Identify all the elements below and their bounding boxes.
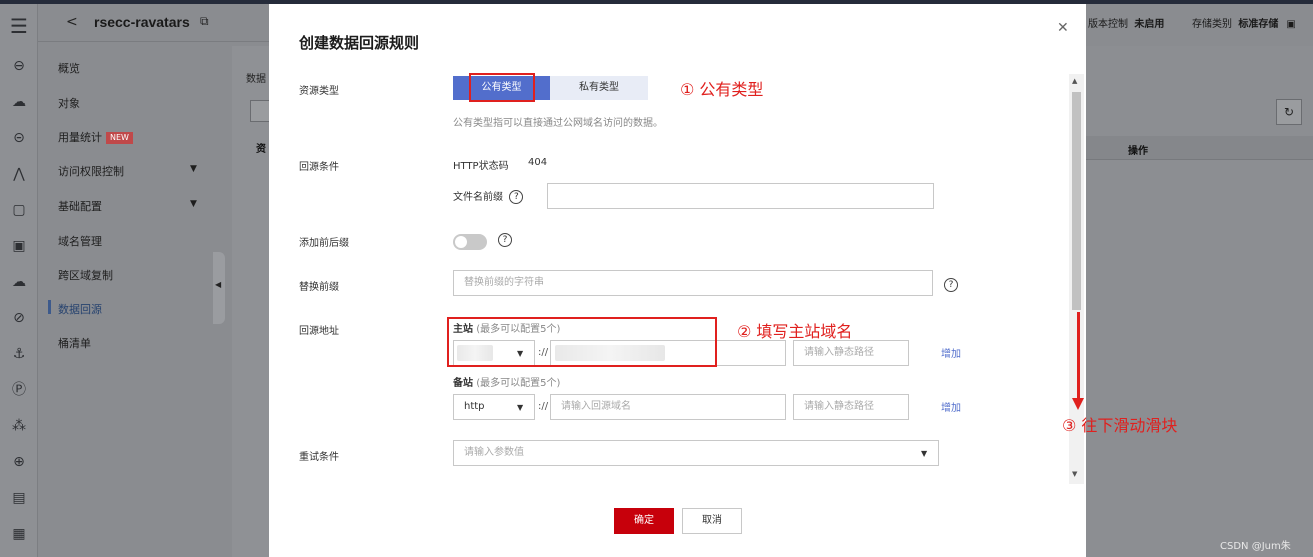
globe-icon[interactable]: ⊕ <box>9 452 29 472</box>
background-text: 数据 <box>246 74 266 85</box>
table-header-right: 操作 <box>1086 136 1313 160</box>
backup-site-label: 备站 (最多可以配置5个) <box>453 378 561 389</box>
sidebar-item-usage[interactable]: 用量统计 NEW <box>58 129 133 145</box>
sidebar-header: < rsecc-ravatars ⧉ <box>38 4 270 42</box>
storage-class: 存储类别 标准存储 ▣ <box>1192 19 1296 30</box>
sidebar-item-replication[interactable]: 跨区域复制 <box>58 267 113 283</box>
cloud-upload-icon[interactable]: ☁ <box>9 272 29 292</box>
dialog-title: 创建数据回源规则 <box>299 34 420 52</box>
create-rule-dialog: 创建数据回源规则 ✕ 资源类型 公有类型 私有类型 公有类型指可以直接通过公网域… <box>269 4 1086 557</box>
scroll-up-icon[interactable]: ▲ <box>1072 77 1077 85</box>
version-control: 版本控制 未启用 <box>1088 19 1165 30</box>
file-icon[interactable]: ▢ <box>9 200 29 220</box>
protocol-separator: :// <box>538 401 549 412</box>
background-button <box>250 100 270 122</box>
close-icon[interactable]: ✕ <box>1057 20 1069 36</box>
scrollbar-thumb[interactable] <box>1072 92 1081 310</box>
prefix-input[interactable] <box>547 183 934 209</box>
database-icon[interactable]: ⊘ <box>9 308 29 328</box>
add-backup-link[interactable]: 增加 <box>941 399 961 414</box>
add-primary-link[interactable]: 增加 <box>941 345 961 360</box>
caret-down-icon: ▼ <box>190 199 197 209</box>
resource-type-label: 资源类型 <box>299 86 339 97</box>
collapse-sidebar-handle[interactable]: ◀ <box>213 252 225 324</box>
sidebar-item-access-control[interactable]: 访问权限控制 ▼ <box>58 163 197 179</box>
chevron-left-icon[interactable]: < <box>66 14 78 30</box>
annotation-box-primary <box>447 317 717 367</box>
annotation-3: ③ 往下滑动滑块 <box>1062 416 1178 435</box>
scroll-down-icon[interactable]: ▼ <box>1072 470 1077 478</box>
report-icon[interactable]: ▦ <box>9 524 29 544</box>
annotation-2: ② 填写主站域名 <box>737 322 853 341</box>
bucket-name: rsecc-ravatars <box>94 14 190 30</box>
cancel-button[interactable]: 取消 <box>682 508 742 534</box>
caret-down-icon: ▼ <box>190 164 197 174</box>
annotation-1: ① 公有类型 <box>680 80 764 99</box>
backup-path-input[interactable]: 请输入静态路径 <box>793 394 909 420</box>
confirm-button[interactable]: 确定 <box>614 508 674 534</box>
background-table-header: 资 <box>256 144 266 155</box>
help-icon[interactable]: ? <box>509 190 524 204</box>
circle-p-icon[interactable]: Ⓟ <box>9 380 29 400</box>
sidebar-item-basic-config[interactable]: 基础配置 ▼ <box>58 198 197 214</box>
primary-path-input[interactable]: 请输入静态路径 <box>793 340 909 366</box>
add-prefix-suffix-label: 添加前后缀 <box>299 238 349 249</box>
sidebar-item-overview[interactable]: 概览 <box>58 60 80 76</box>
help-icon[interactable]: ? <box>944 278 958 292</box>
add-prefix-suffix-switch[interactable] <box>453 234 487 250</box>
menu-icon[interactable]: ☰ <box>9 16 29 36</box>
status-code-value: 404 <box>528 157 548 168</box>
retry-label: 重试条件 <box>299 452 339 463</box>
annotation-box-public <box>469 73 535 102</box>
annotation-arrow-head <box>1072 398 1084 410</box>
disk-icon[interactable]: ⊝ <box>9 128 29 148</box>
anchor-icon[interactable]: ⚓ <box>9 344 29 364</box>
sidebar-item-domain[interactable]: 域名管理 <box>58 233 102 249</box>
private-type-button[interactable]: 私有类型 <box>550 76 648 100</box>
active-indicator <box>48 300 51 314</box>
caret-down-icon: ▼ <box>517 403 524 412</box>
copy-icon[interactable]: ⧉ <box>200 14 209 29</box>
origin-address-label: 回源地址 <box>299 326 339 337</box>
replace-prefix-label: 替换前缀 <box>299 282 339 293</box>
sidebar-item-inventory[interactable]: 桶清单 <box>58 335 91 351</box>
sidebar: < rsecc-ravatars ⧉ 概览 对象 用量统计 NEW 访问权限控制 ▼… <box>38 4 270 557</box>
page-icon[interactable]: ▣ <box>9 236 29 256</box>
prefix-label: 文件名前缀 ? <box>453 188 524 204</box>
column-operation: 操作 <box>1128 146 1148 157</box>
switch-knob <box>455 236 467 248</box>
condition-label: 回源条件 <box>299 162 339 173</box>
retry-select[interactable]: 请输入参数值 <box>453 440 939 466</box>
background-card <box>232 46 269 557</box>
caret-down-icon: ▼ <box>921 449 928 458</box>
sidebar-item-objects[interactable]: 对象 <box>58 95 80 111</box>
storage-icon[interactable]: ⊖ <box>9 56 29 76</box>
panel-icon: ▣ <box>1286 19 1296 30</box>
document-icon[interactable]: ▤ <box>9 488 29 508</box>
help-icon[interactable]: ? <box>498 233 512 247</box>
caret-left-icon: ◀ <box>215 280 222 289</box>
backup-domain-input[interactable]: 请输入回源域名 <box>550 394 786 420</box>
sidebar-item-back-to-source[interactable]: 数据回源 <box>58 301 102 317</box>
new-badge: NEW <box>106 132 133 144</box>
analytics-icon[interactable]: ⋀ <box>9 164 29 184</box>
cluster-icon[interactable]: ⁂ <box>9 416 29 436</box>
watermark: CSDN @Jum朱 <box>1220 541 1291 552</box>
annotation-arrow <box>1077 312 1080 402</box>
icon-rail: ☰ ⊖ ☁ ⊝ ⋀ ▢ ▣ ☁ ⊘ ⚓ Ⓟ ⁂ ⊕ ▤ ▦ <box>0 4 38 557</box>
replace-prefix-input[interactable]: 替换前缀的字符串 <box>453 270 933 296</box>
resource-type-hint: 公有类型指可以直接通过公网域名访问的数据。 <box>453 118 663 129</box>
status-code-label: HTTP状态码 <box>453 161 509 172</box>
refresh-icon[interactable]: ↻ <box>1276 99 1302 125</box>
cloud-icon[interactable]: ☁ <box>9 92 29 112</box>
